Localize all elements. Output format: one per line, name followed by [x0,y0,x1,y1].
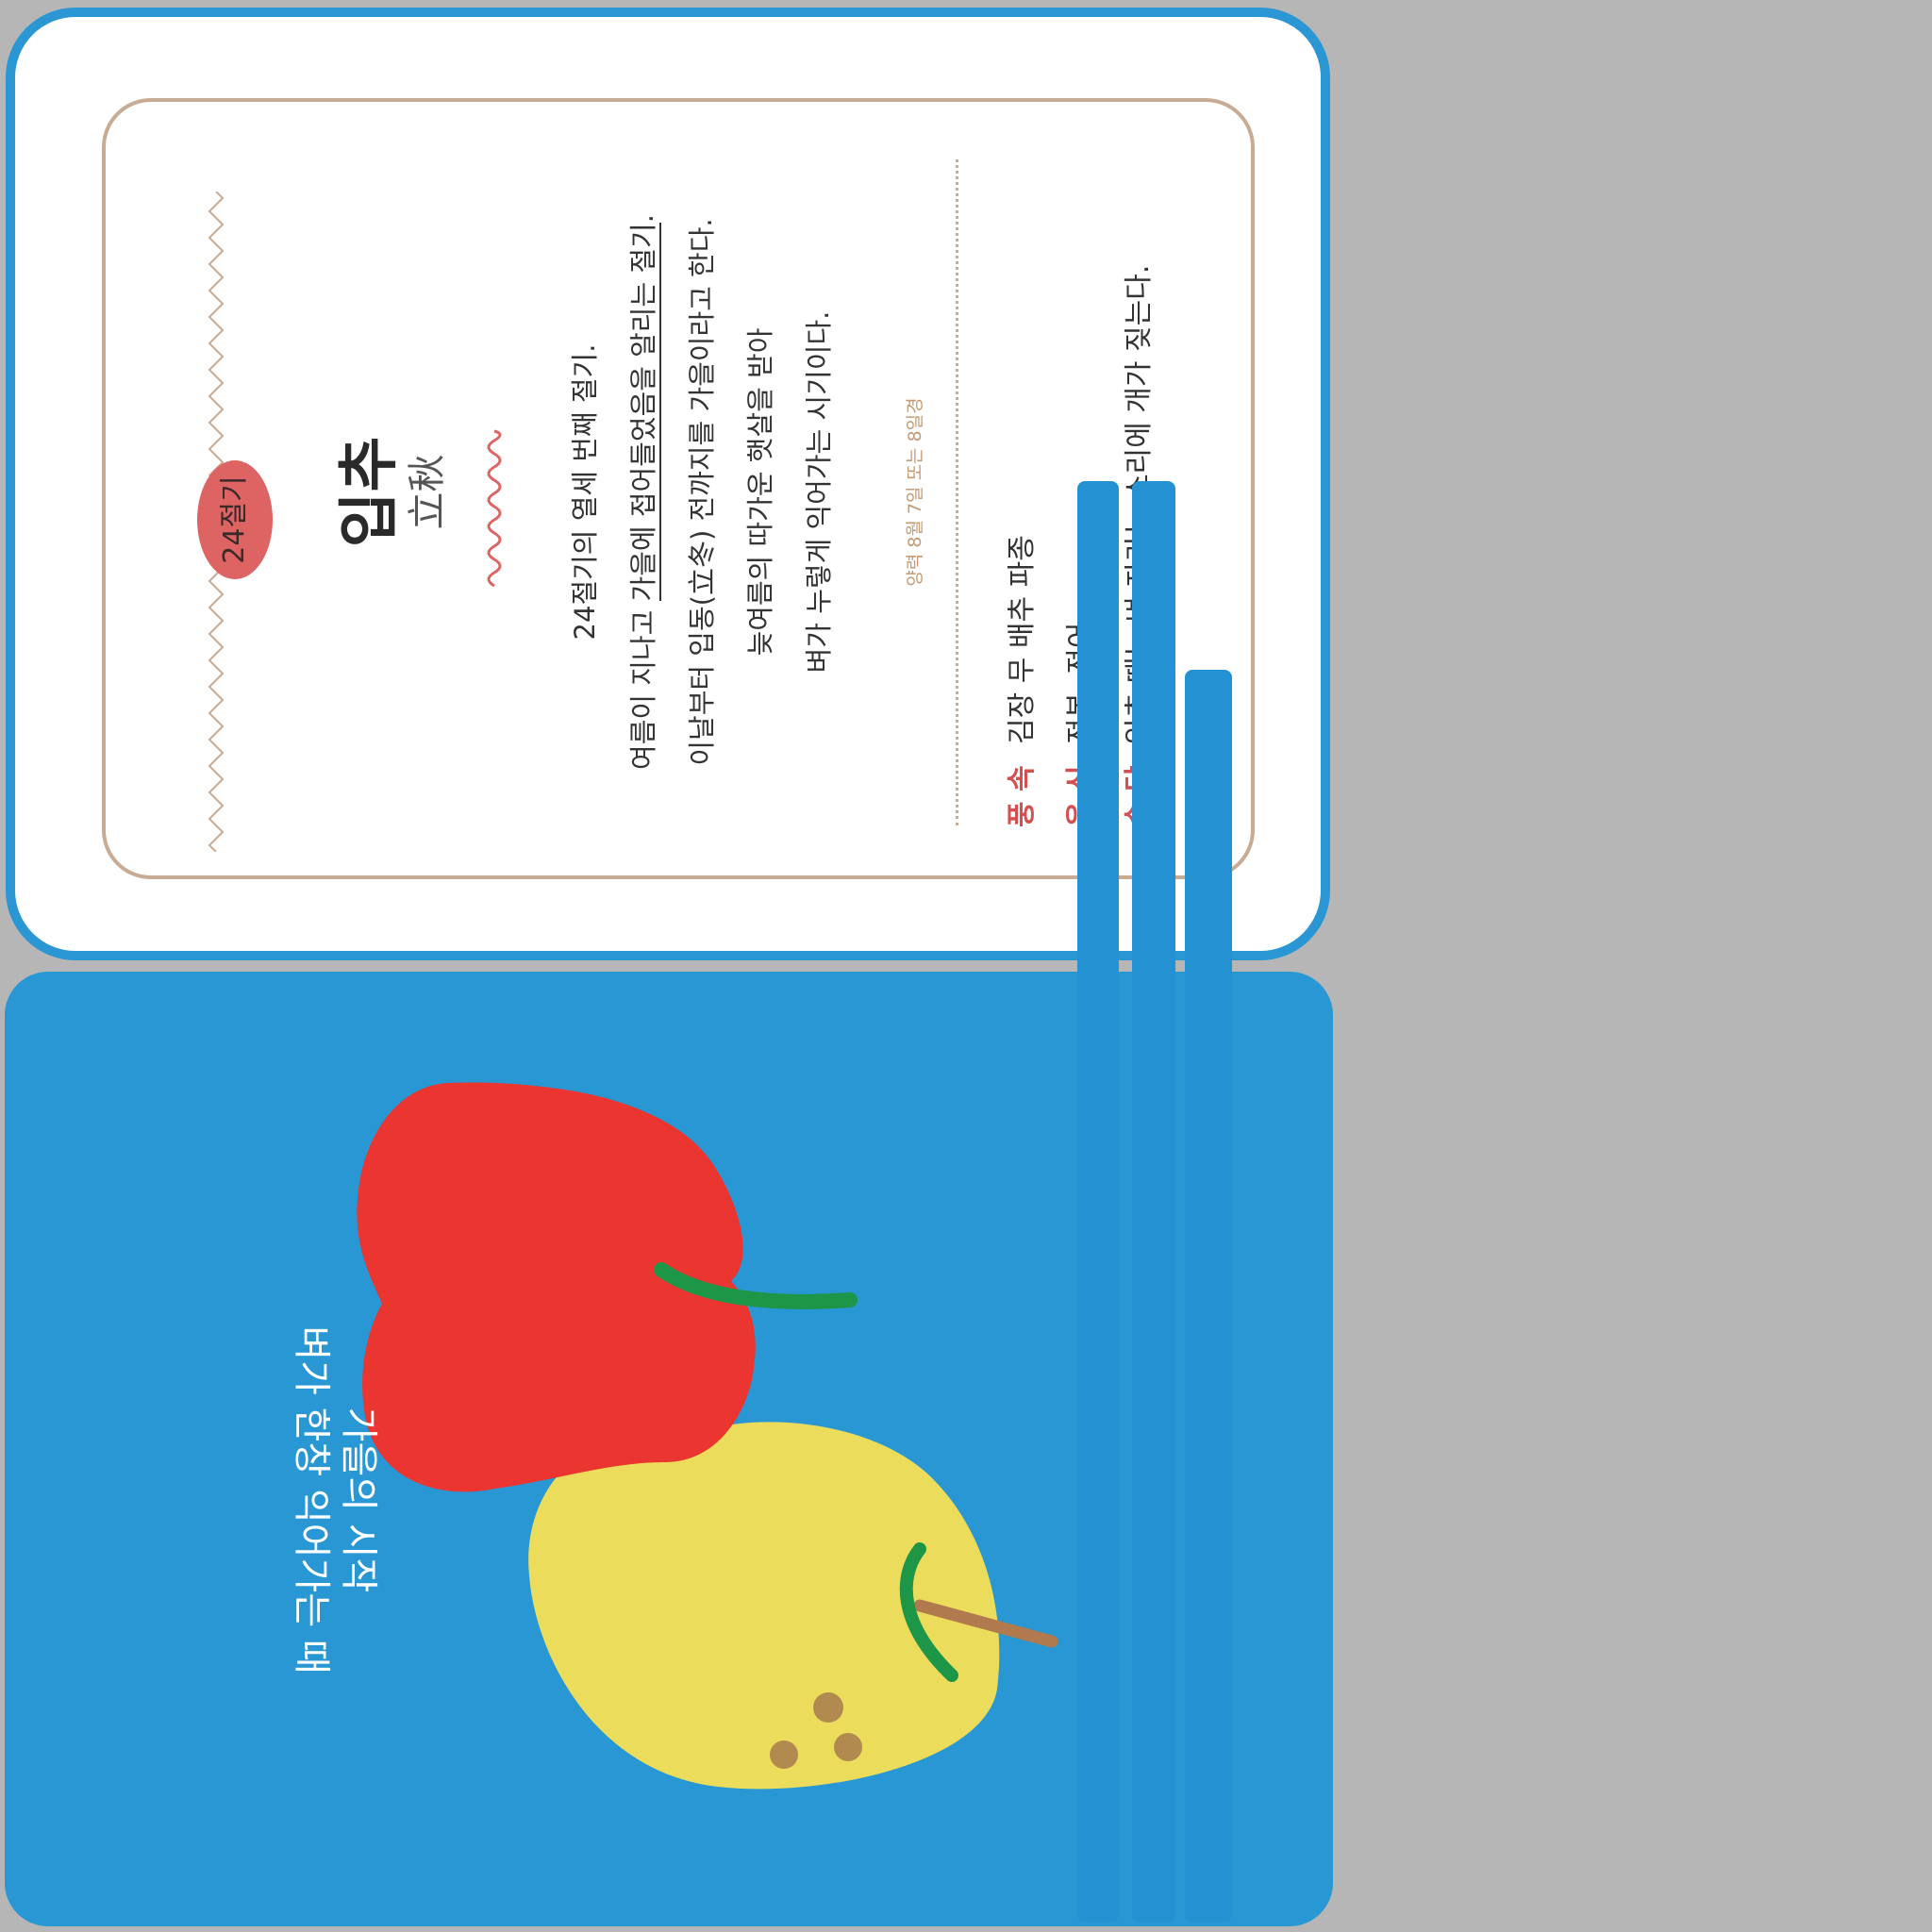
date-text: 양력 8월 7일 또는 8일경 [905,397,925,587]
description-line: 여름이 지나고 가을에 접어들었음을 알리는 절기. [627,214,661,770]
description-line: 벼가 누렇게 익어가는 시기이다. [803,310,835,674]
caption: 가을의 시작 벼가 한창 익어가는 때 [5,1189,382,1674]
card-edge [1132,481,1175,1923]
row-label: 풍 속 [1006,765,1039,827]
pear-illustration [528,1422,1058,1790]
dotted-divider [956,159,958,825]
card-edge [1185,670,1232,1923]
info-row-customs: 풍 속 김장 무 배추 파종 [993,110,1052,827]
season-badge: 24절기 [197,460,273,579]
wave-divider [487,429,502,588]
caption-line: 가을의 시작 [337,1407,380,1593]
highlight-text: 가을에 접어들었음을 알리는 절기 [627,223,661,602]
description-line: 24절기의 열세 번째 절기. [569,343,601,641]
description: 24절기의 열세 번째 절기. 여름이 지나고 가을에 접어들었음을 알리는 절… [556,102,848,882]
description-line: 늦여름의 따가운 햇살을 받아 [744,327,776,657]
title-hanja: 立秋 [406,454,449,530]
page-title: 입추 [335,436,405,548]
card-edge [1077,481,1119,1923]
description-line: 이날부터 입동(立冬) 전까지를 가을이라고 한다. [686,218,718,766]
caption-line: 벼가 한창 익어가는 때 [290,1325,333,1674]
row-value: 김장 무 배추 파종 [1006,535,1039,744]
